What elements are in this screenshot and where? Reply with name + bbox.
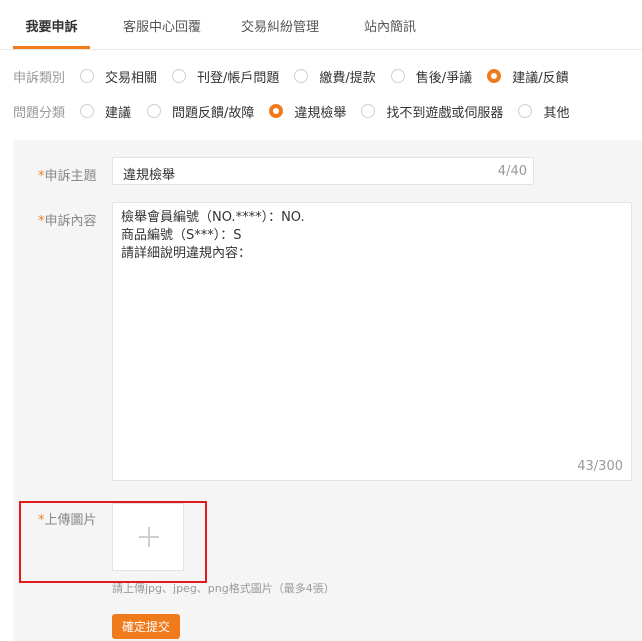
- category-label: 申訴類別: [13, 70, 66, 86]
- upload-image-button[interactable]: [112, 503, 184, 571]
- option-label: 違規檢舉: [294, 105, 347, 121]
- option-label: 建議/反饋: [512, 70, 569, 86]
- category-option-after-sales[interactable]: 售後/爭議: [390, 67, 473, 86]
- radio-checked-icon[interactable]: [487, 69, 502, 83]
- option-label: 交易相關: [105, 70, 158, 86]
- radio-icon[interactable]: [390, 69, 405, 83]
- content-char-count: 43/300: [577, 459, 623, 474]
- category-option-suggestion[interactable]: 建議/反饋: [487, 67, 569, 86]
- radio-checked-icon[interactable]: [269, 104, 284, 118]
- category-option-listing-account[interactable]: 刊登/帳戶問題: [172, 67, 279, 86]
- issue-option-game-not-found[interactable]: 找不到遊戲或伺服器: [361, 102, 503, 121]
- category-option-trade[interactable]: 交易相關: [80, 67, 157, 86]
- tab-site-messages[interactable]: 站內簡訊: [355, 0, 425, 48]
- active-tab-underline: [13, 46, 90, 49]
- option-label: 問題反饋/故障: [172, 105, 255, 121]
- issue-option-violation-report[interactable]: 違規檢舉: [269, 102, 346, 121]
- subject-label: *申訴主題: [38, 165, 97, 184]
- radio-icon[interactable]: [172, 69, 187, 83]
- content-line: 請詳細說明違規內容：: [121, 246, 252, 261]
- subject-value: 違規檢舉: [123, 168, 176, 183]
- radio-icon[interactable]: [294, 69, 309, 83]
- category-option-payment-withdrawal[interactable]: 繳費/提款: [294, 67, 376, 86]
- content-textarea[interactable]: 檢舉會員編號（NO.****）：NO. 商品編號（S***）：S 請詳細說明違規…: [112, 202, 632, 481]
- option-label: 刊登/帳戶問題: [197, 70, 280, 86]
- radio-icon[interactable]: [80, 104, 94, 118]
- content-text: 檢舉會員編號（NO.****）：NO. 商品編號（S***）：S 請詳細說明違規…: [121, 209, 305, 263]
- subject-char-count: 4/40: [497, 164, 527, 179]
- radio-icon[interactable]: [80, 69, 94, 83]
- upload-label-text: 上傳圖片: [44, 513, 97, 528]
- issue-type-label: 問題分類: [13, 105, 66, 121]
- tab-my-appeal[interactable]: 我要申訴: [13, 0, 90, 48]
- subject-label-text: 申訴主題: [44, 169, 97, 184]
- content-line: 檢舉會員編號（NO.****）：NO.: [121, 210, 305, 225]
- tab-dispute-management[interactable]: 交易糾紛管理: [232, 0, 328, 48]
- option-label: 售後/爭議: [415, 70, 473, 86]
- option-label: 其他: [543, 105, 570, 121]
- upload-label: *上傳圖片: [38, 509, 97, 528]
- issue-option-other[interactable]: 其他: [518, 102, 569, 121]
- tab-service-reply[interactable]: 客服中心回覆: [110, 0, 214, 48]
- submit-button[interactable]: 確定提交: [112, 614, 180, 639]
- upload-hint: 請上傳jpg、jpeg、png格式圖片（最多4張）: [112, 582, 335, 595]
- radio-icon[interactable]: [518, 104, 533, 118]
- option-label: 繳費/提款: [319, 70, 376, 86]
- option-label: 建議: [105, 105, 132, 121]
- content-label-text: 申訴內容: [44, 214, 97, 229]
- option-label: 找不到遊戲或伺服器: [386, 105, 504, 121]
- radio-icon[interactable]: [147, 104, 162, 118]
- tab-bar: 我要申訴 客服中心回覆 交易糾紛管理 站內簡訊: [0, 0, 642, 50]
- issue-option-bug-report[interactable]: 問題反饋/故障: [147, 102, 254, 121]
- subject-input[interactable]: 違規檢舉 4/40: [112, 157, 534, 185]
- category-row: 申訴類別 交易相關 刊登/帳戶問題 繳費/提款 售後/爭議 建議/反饋: [0, 65, 569, 87]
- issue-option-suggestion[interactable]: 建議: [80, 102, 131, 121]
- issue-type-row: 問題分類 建議 問題反饋/故障 違規檢舉 找不到遊戲或伺服器 其他: [0, 100, 569, 122]
- radio-icon[interactable]: [361, 104, 376, 118]
- content-line: 商品編號（S***）：S: [121, 228, 242, 243]
- content-label: *申訴內容: [38, 210, 97, 229]
